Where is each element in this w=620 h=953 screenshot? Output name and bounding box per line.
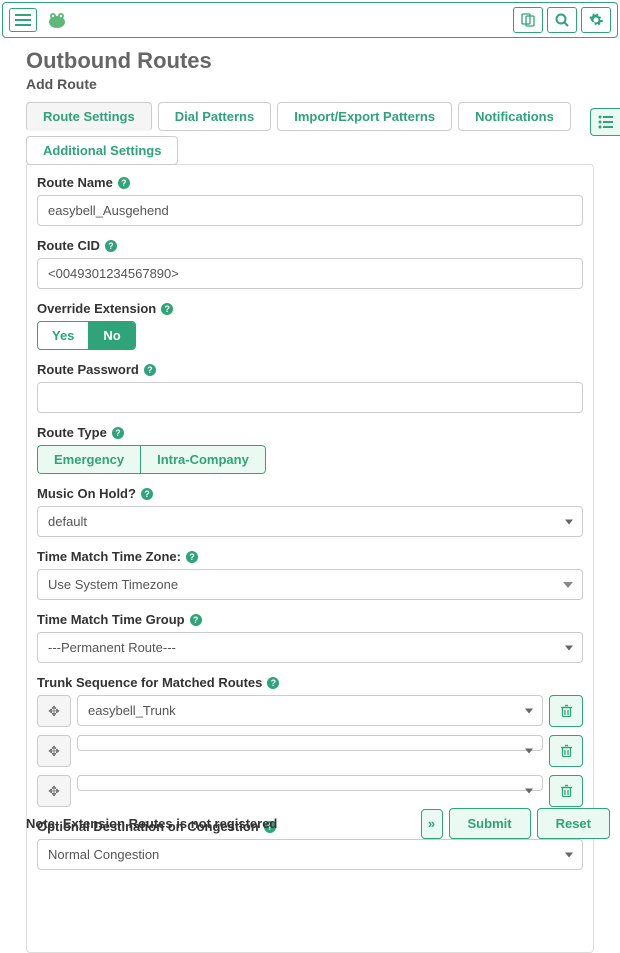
help-icon[interactable]: ? [141, 488, 153, 500]
time-zone-select[interactable]: Use System Timezone [37, 569, 583, 600]
override-extension-toggle: Yes No [37, 321, 136, 350]
language-button[interactable] [513, 7, 543, 33]
submit-button[interactable]: Submit [449, 808, 531, 839]
help-icon[interactable]: ? [186, 551, 198, 563]
help-icon[interactable]: ? [112, 427, 124, 439]
topbar-right [513, 7, 611, 33]
trash-button[interactable] [549, 775, 583, 807]
trunk-select-1[interactable]: easybell_Trunk [77, 695, 543, 726]
route-type-emergency-button[interactable]: Emergency [37, 445, 140, 474]
tab-import-export[interactable]: Import/Export Patterns [277, 102, 452, 131]
settings-button[interactable] [581, 7, 611, 33]
drag-handle-icon[interactable]: ✥ [37, 735, 71, 767]
tab-bar-row2: Additional Settings [26, 136, 594, 165]
trunk-sequence-label: Trunk Sequence for Matched Routes [37, 675, 262, 690]
music-on-hold-select[interactable]: default [37, 506, 583, 537]
help-icon[interactable]: ? [161, 303, 173, 315]
override-yes-button[interactable]: Yes [38, 322, 89, 349]
top-bar [2, 2, 618, 38]
page-subtitle: Add Route [26, 76, 594, 92]
expand-button[interactable]: » [421, 809, 443, 839]
trunk-row: ✥ [37, 775, 583, 807]
help-icon[interactable]: ? [105, 240, 117, 252]
tab-additional-settings[interactable]: Additional Settings [26, 136, 178, 165]
help-icon[interactable]: ? [118, 177, 130, 189]
footer-buttons: » Submit Reset [421, 808, 610, 839]
logo-frog [45, 8, 69, 32]
footer-note: Note: Extension Routes is not registered [26, 816, 277, 831]
route-password-input[interactable] [37, 382, 583, 413]
route-cid-input[interactable] [37, 258, 583, 289]
help-icon[interactable]: ? [267, 677, 279, 689]
route-cid-label: Route CID [37, 238, 100, 253]
route-password-label: Route Password [37, 362, 139, 377]
topbar-left [9, 8, 69, 32]
trash-button[interactable] [549, 735, 583, 767]
search-button[interactable] [547, 7, 577, 33]
route-name-label: Route Name [37, 175, 113, 190]
time-group-select[interactable]: ---Permanent Route--- [37, 632, 583, 663]
time-group-label: Time Match Time Group [37, 612, 185, 627]
route-type-label: Route Type [37, 425, 107, 440]
trash-button[interactable] [549, 695, 583, 727]
route-name-input[interactable] [37, 195, 583, 226]
trunk-select-3[interactable] [77, 775, 543, 791]
tab-bar: Route Settings Dial Patterns Import/Expo… [26, 102, 594, 131]
help-icon[interactable]: ? [190, 614, 202, 626]
page-title: Outbound Routes [26, 48, 594, 74]
drag-handle-icon[interactable]: ✥ [37, 695, 71, 727]
route-type-group: Emergency Intra-Company [37, 445, 266, 474]
tab-notifications[interactable]: Notifications [458, 102, 571, 131]
congestion-select[interactable]: Normal Congestion [37, 839, 583, 870]
help-icon[interactable]: ? [144, 364, 156, 376]
tab-route-settings[interactable]: Route Settings [26, 102, 152, 131]
menu-button[interactable] [9, 8, 37, 32]
override-extension-label: Override Extension [37, 301, 156, 316]
drag-handle-icon[interactable]: ✥ [37, 775, 71, 807]
trunk-select-2[interactable] [77, 735, 543, 751]
route-type-intra-button[interactable]: Intra-Company [140, 445, 266, 474]
trunk-row: ✥ [37, 735, 583, 767]
trunk-row: ✥ easybell_Trunk [37, 695, 583, 727]
time-zone-label: Time Match Time Zone: [37, 549, 181, 564]
tab-dial-patterns[interactable]: Dial Patterns [158, 102, 271, 131]
reset-button[interactable]: Reset [537, 808, 610, 839]
side-list-button[interactable] [590, 108, 620, 136]
override-no-button[interactable]: No [89, 322, 134, 349]
music-on-hold-label: Music On Hold? [37, 486, 136, 501]
